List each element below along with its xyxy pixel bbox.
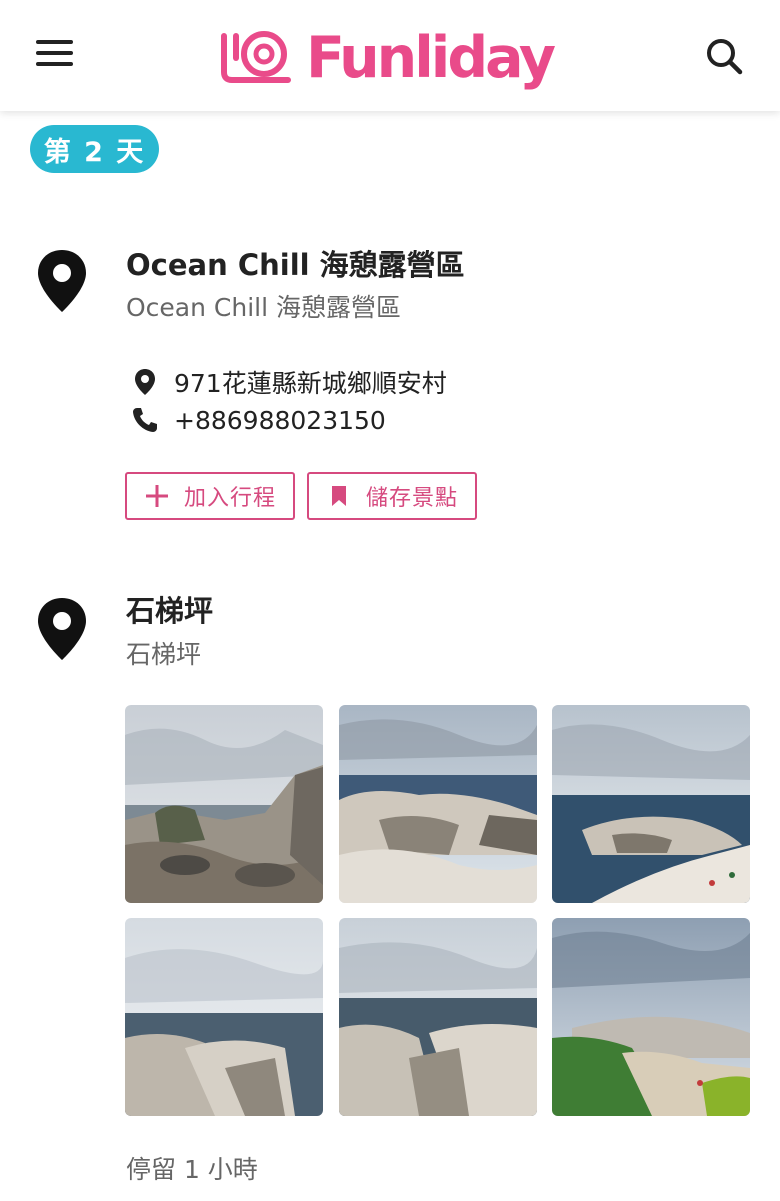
address-text: 971花蓮縣新城鄉順安村: [174, 369, 447, 398]
coastal-rocks-photo: [125, 705, 323, 903]
coastal-rocks-photo: [339, 918, 537, 1116]
place-subtitle: Ocean Chill 海憩露營區: [126, 293, 402, 322]
add-to-itinerary-button[interactable]: 加入行程: [125, 472, 295, 520]
place-photo[interactable]: [552, 918, 750, 1116]
logo-text: Funliday: [306, 25, 556, 91]
place-photo[interactable]: [125, 918, 323, 1116]
snail-logo-icon: [221, 31, 291, 83]
map-pin-icon: [38, 250, 86, 312]
plus-icon: [145, 485, 168, 507]
menu-icon-bar: [36, 40, 73, 44]
address-row[interactable]: 971花蓮縣新城鄉順安村: [130, 364, 447, 400]
bookmark-icon: [331, 486, 346, 506]
search-icon: [707, 39, 743, 75]
coastal-rocks-photo: [125, 918, 323, 1116]
coastal-rocks-photo: [339, 705, 537, 903]
phone-row[interactable]: +886988023150: [130, 405, 386, 435]
place-title[interactable]: 石梯坪: [126, 588, 213, 630]
save-place-label: 儲存景點: [365, 486, 458, 511]
stay-duration: 停留 1 小時: [126, 1155, 258, 1184]
phone-icon: [133, 408, 157, 432]
map-pin-icon: [38, 598, 86, 660]
place-subtitle: 石梯坪: [126, 640, 202, 669]
coastal-rocks-photo: [552, 705, 750, 903]
menu-icon-bar: [36, 51, 73, 55]
menu-button[interactable]: [36, 40, 76, 72]
search-button[interactable]: [704, 36, 744, 76]
place-photo[interactable]: [339, 918, 537, 1116]
menu-icon-bar: [36, 62, 73, 66]
app-header: Funliday: [0, 0, 780, 111]
place-title[interactable]: Ocean Chill 海憩露營區: [126, 242, 465, 284]
funliday-logo[interactable]: Funliday: [218, 25, 556, 91]
save-place-button[interactable]: 儲存景點: [307, 472, 477, 520]
place-photo[interactable]: [125, 705, 323, 903]
place-photo[interactable]: [552, 705, 750, 903]
add-to-itinerary-label: 加入行程: [183, 486, 276, 511]
day-badge: 第 2 天: [30, 125, 159, 173]
location-icon: [135, 369, 155, 395]
coastal-trail-photo: [552, 918, 750, 1116]
phone-text: +886988023150: [174, 405, 386, 435]
place-photo[interactable]: [339, 705, 537, 903]
